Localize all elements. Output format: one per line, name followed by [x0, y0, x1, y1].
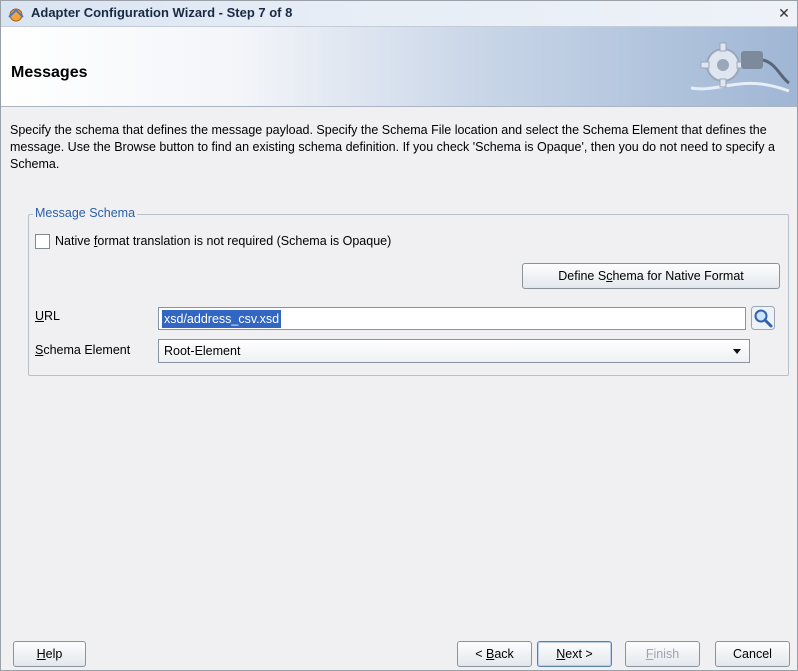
next-button[interactable]: Next > [537, 641, 612, 667]
title-bar: Adapter Configuration Wizard - Step 7 of… [1, 1, 797, 27]
window-title: Adapter Configuration Wizard - Step 7 of… [31, 5, 293, 20]
schema-element-select[interactable]: Root-Element [158, 339, 750, 363]
schema-opaque-label[interactable]: Native format translation is not require… [55, 234, 391, 248]
group-legend: Message Schema [33, 206, 138, 220]
page-title: Messages [11, 64, 88, 81]
schema-opaque-checkbox[interactable] [35, 234, 50, 249]
help-button[interactable]: Help [13, 641, 86, 667]
cancel-button[interactable]: Cancel [715, 641, 790, 667]
finish-button[interactable]: Finish [625, 641, 700, 667]
url-label: URL [35, 309, 61, 323]
close-icon[interactable]: ✕ [775, 4, 793, 22]
description-text: Specify the schema that defines the mess… [10, 123, 775, 171]
schema-element-label: Schema Element [35, 343, 131, 357]
search-icon[interactable] [751, 306, 775, 330]
schema-element-value: Root-Element [164, 344, 241, 358]
url-input[interactable]: xsd/address_csv.xsd [158, 307, 746, 330]
define-schema-button[interactable]: Define Schema for Native Format [522, 263, 780, 289]
adapter-wizard-icon [7, 5, 25, 23]
url-value: xsd/address_csv.xsd [162, 310, 282, 328]
back-button[interactable]: < Back [457, 641, 532, 667]
chevron-down-icon [733, 349, 741, 354]
wizard-window: Adapter Configuration Wizard - Step 7 of… [0, 0, 798, 671]
banner: Messages [1, 27, 797, 107]
gear-plug-icon [671, 33, 791, 103]
